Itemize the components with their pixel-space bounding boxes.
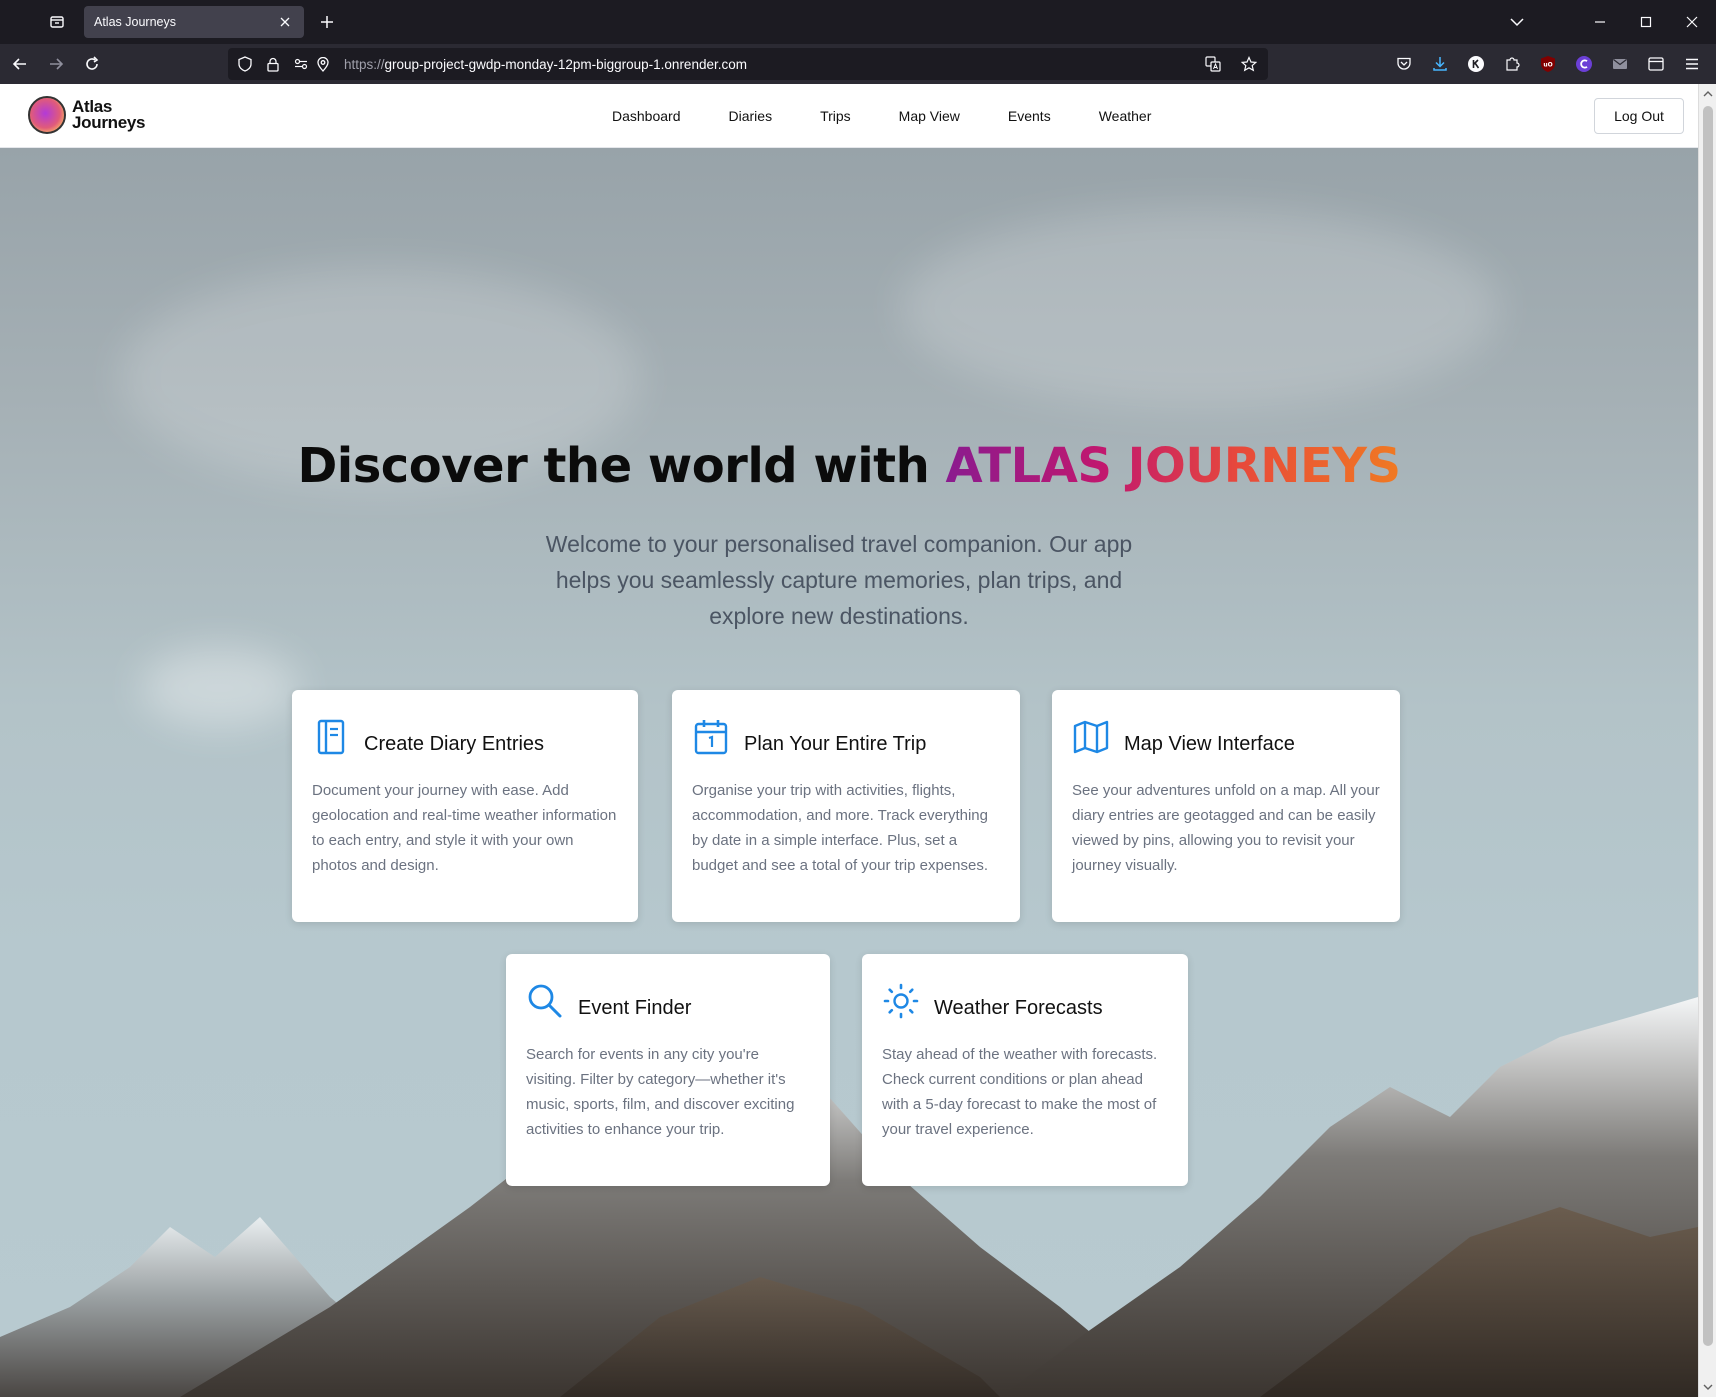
web-page: Discover the world with ATLAS JOURNEYS W… <box>0 84 1698 1397</box>
scroll-down-icon[interactable] <box>1702 1381 1714 1393</box>
background-cloud <box>900 208 1500 408</box>
nav-trips[interactable]: Trips <box>820 108 851 124</box>
close-tab-icon[interactable] <box>276 13 294 31</box>
url-host: group-project-gwdp-monday-12pm-biggroup-… <box>384 56 747 72</box>
hero-section: Discover the world with ATLAS JOURNEYS W… <box>0 148 1698 1397</box>
logo-mark <box>28 96 66 134</box>
reload-icon[interactable] <box>78 50 106 78</box>
logo-line-2: Journeys <box>72 113 146 132</box>
feature-description: Search for events in any city you're vis… <box>526 1046 795 1138</box>
scroll-up-icon[interactable] <box>1702 88 1714 100</box>
nav-map-view[interactable]: Map View <box>899 108 960 124</box>
browser-tab[interactable]: Atlas Journeys <box>84 6 304 38</box>
menu-hamburger-icon[interactable] <box>1678 50 1706 78</box>
mountain-illustration <box>0 997 1698 1397</box>
site-header: Atlas Journeys Dashboard Diaries Trips M… <box>0 84 1698 148</box>
sun-icon <box>882 982 920 1020</box>
tab-overview-icon[interactable] <box>44 10 70 34</box>
back-icon[interactable] <box>6 50 34 78</box>
bookmark-star-icon[interactable] <box>1238 53 1260 75</box>
tab-list-chevron-icon[interactable] <box>1502 8 1532 36</box>
pocket-icon[interactable] <box>1390 50 1418 78</box>
url-bar[interactable]: https://group-project-gwdp-monday-12pm-b… <box>228 48 1268 80</box>
extensions-puzzle-icon[interactable] <box>1498 50 1526 78</box>
extension-c-icon[interactable] <box>1570 50 1598 78</box>
svg-text:uO: uO <box>1543 62 1552 69</box>
mail-icon[interactable] <box>1606 50 1634 78</box>
nav-dashboard[interactable]: Dashboard <box>612 108 681 124</box>
permissions-icon[interactable] <box>290 53 312 75</box>
page-scrollbar[interactable] <box>1698 84 1716 1397</box>
location-pin-icon[interactable] <box>312 53 334 75</box>
url-text: https://group-project-gwdp-monday-12pm-b… <box>344 57 1196 72</box>
feature-description: Document your journey with ease. Add geo… <box>312 782 617 874</box>
close-window-icon[interactable] <box>1677 8 1707 36</box>
scrollbar-thumb[interactable] <box>1703 106 1713 1346</box>
site-logo[interactable]: Atlas Journeys <box>28 96 145 134</box>
tab-title: Atlas Journeys <box>94 15 176 29</box>
calendar-icon <box>692 718 730 756</box>
feature-card-weather: Weather Forecasts Stay ahead of the weat… <box>862 954 1188 1186</box>
feature-description: See your adventures unfold on a map. All… <box>1072 782 1380 874</box>
feature-title: Plan Your Entire Trip <box>744 733 927 755</box>
feature-description: Organise your trip with activities, flig… <box>692 782 989 874</box>
search-icon <box>526 982 564 1020</box>
extension-k-icon[interactable] <box>1462 50 1490 78</box>
background-cloud <box>140 648 300 728</box>
lock-icon[interactable] <box>262 53 284 75</box>
nav-diaries[interactable]: Diaries <box>729 108 773 124</box>
feature-title: Weather Forecasts <box>934 997 1103 1019</box>
feature-description: Stay ahead of the weather with forecasts… <box>882 1046 1158 1138</box>
hero-subtext: Welcome to your personalised travel comp… <box>545 531 1133 629</box>
log-out-button[interactable]: Log Out <box>1594 98 1684 134</box>
headline-brand: ATLAS JOURNEYS <box>945 438 1401 494</box>
browser-toolbar: https://group-project-gwdp-monday-12pm-b… <box>0 44 1716 84</box>
new-tab-icon[interactable] <box>314 10 340 34</box>
nav-events[interactable]: Events <box>1008 108 1051 124</box>
forward-icon[interactable] <box>42 50 70 78</box>
hero-headline: Discover the world with ATLAS JOURNEYS <box>0 438 1698 494</box>
maximize-icon[interactable] <box>1631 8 1661 36</box>
notebook-icon <box>312 718 350 756</box>
shield-icon[interactable] <box>234 53 256 75</box>
logo-wordmark: Atlas Journeys <box>72 98 146 132</box>
map-icon <box>1072 718 1110 756</box>
sidebar-window-icon[interactable] <box>1642 50 1670 78</box>
url-protocol: https:// <box>344 56 385 72</box>
feature-card-events: Event Finder Search for events in any ci… <box>506 954 830 1186</box>
main-nav: Dashboard Diaries Trips Map View Events … <box>612 108 1199 124</box>
ublock-origin-icon[interactable]: uO <box>1534 50 1562 78</box>
feature-card-trip: Plan Your Entire Trip Organise your trip… <box>672 690 1020 922</box>
feature-card-map: Map View Interface See your adventures u… <box>1052 690 1400 922</box>
feature-title: Map View Interface <box>1124 733 1295 755</box>
browser-tab-bar: Atlas Journeys <box>0 0 1716 44</box>
feature-title: Event Finder <box>578 997 692 1019</box>
headline-prefix: Discover the world with <box>297 438 946 494</box>
feature-title: Create Diary Entries <box>364 733 545 755</box>
nav-weather[interactable]: Weather <box>1099 108 1152 124</box>
translate-icon[interactable] <box>1202 53 1224 75</box>
feature-card-diary: Create Diary Entries Document your journ… <box>292 690 638 922</box>
downloads-icon[interactable] <box>1426 50 1454 78</box>
minimize-icon[interactable] <box>1585 8 1615 36</box>
